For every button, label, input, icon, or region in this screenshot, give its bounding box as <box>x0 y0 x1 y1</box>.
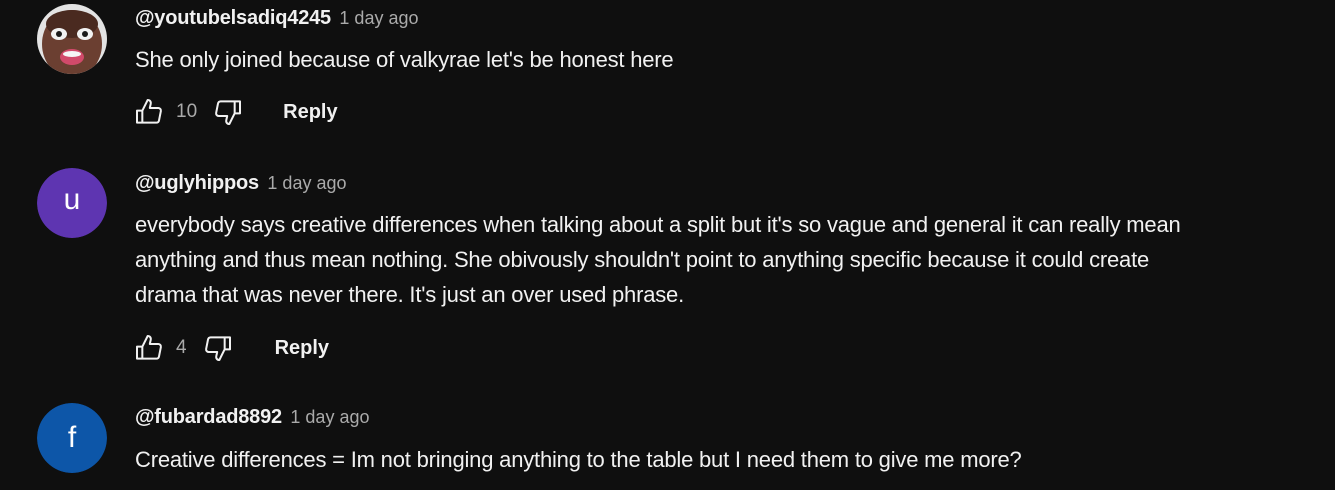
thumbs-down-icon <box>215 100 242 125</box>
avatar[interactable]: u <box>37 168 107 238</box>
reply-button[interactable]: Reply <box>275 337 329 360</box>
avatar-letter: f <box>67 421 77 454</box>
comment: f @fubardad8892 1 day ago Creative diffe… <box>0 390 1335 490</box>
comment-text: Creative differences = Im not bringing a… <box>135 447 1022 472</box>
avatar-letter: u <box>63 183 81 216</box>
comment-actions: 10 Reply <box>132 94 338 130</box>
thumbs-down-icon <box>204 336 231 361</box>
timestamp[interactable]: 1 day ago <box>267 173 346 193</box>
like-count: 4 <box>176 337 187 358</box>
dislike-button[interactable] <box>201 331 235 365</box>
like-button[interactable] <box>132 95 166 129</box>
like-count: 10 <box>176 101 198 122</box>
reply-button[interactable]: Reply <box>283 101 337 124</box>
timestamp[interactable]: 1 day ago <box>339 8 418 28</box>
comment: u @uglyhippos 1 day ago everybody says c… <box>0 150 1335 390</box>
author-name[interactable]: @uglyhippos <box>135 172 259 194</box>
avatar-photo <box>37 4 107 74</box>
author-name[interactable]: @youtubelsadiq4245 <box>135 7 331 29</box>
comment-text: She only joined because of valkyrae let'… <box>135 47 674 72</box>
author-name[interactable]: @fubardad8892 <box>135 406 282 428</box>
avatar[interactable]: f <box>37 403 107 473</box>
thumbs-up-icon <box>136 335 162 360</box>
thumbs-up-icon <box>136 99 162 124</box>
comment-header: @youtubelsadiq4245 1 day ago <box>135 7 419 30</box>
comment-header: @fubardad8892 1 day ago <box>135 406 369 429</box>
comment: @youtubelsadiq4245 1 day ago She only jo… <box>0 0 1335 150</box>
avatar[interactable] <box>37 4 107 74</box>
comment-actions: 4 Reply <box>132 330 329 366</box>
comment-text: everybody says creative differences when… <box>135 212 1181 307</box>
comment-header: @uglyhippos 1 day ago <box>135 172 347 195</box>
like-button[interactable] <box>132 331 166 365</box>
timestamp[interactable]: 1 day ago <box>290 407 369 427</box>
dislike-button[interactable] <box>211 95 245 129</box>
